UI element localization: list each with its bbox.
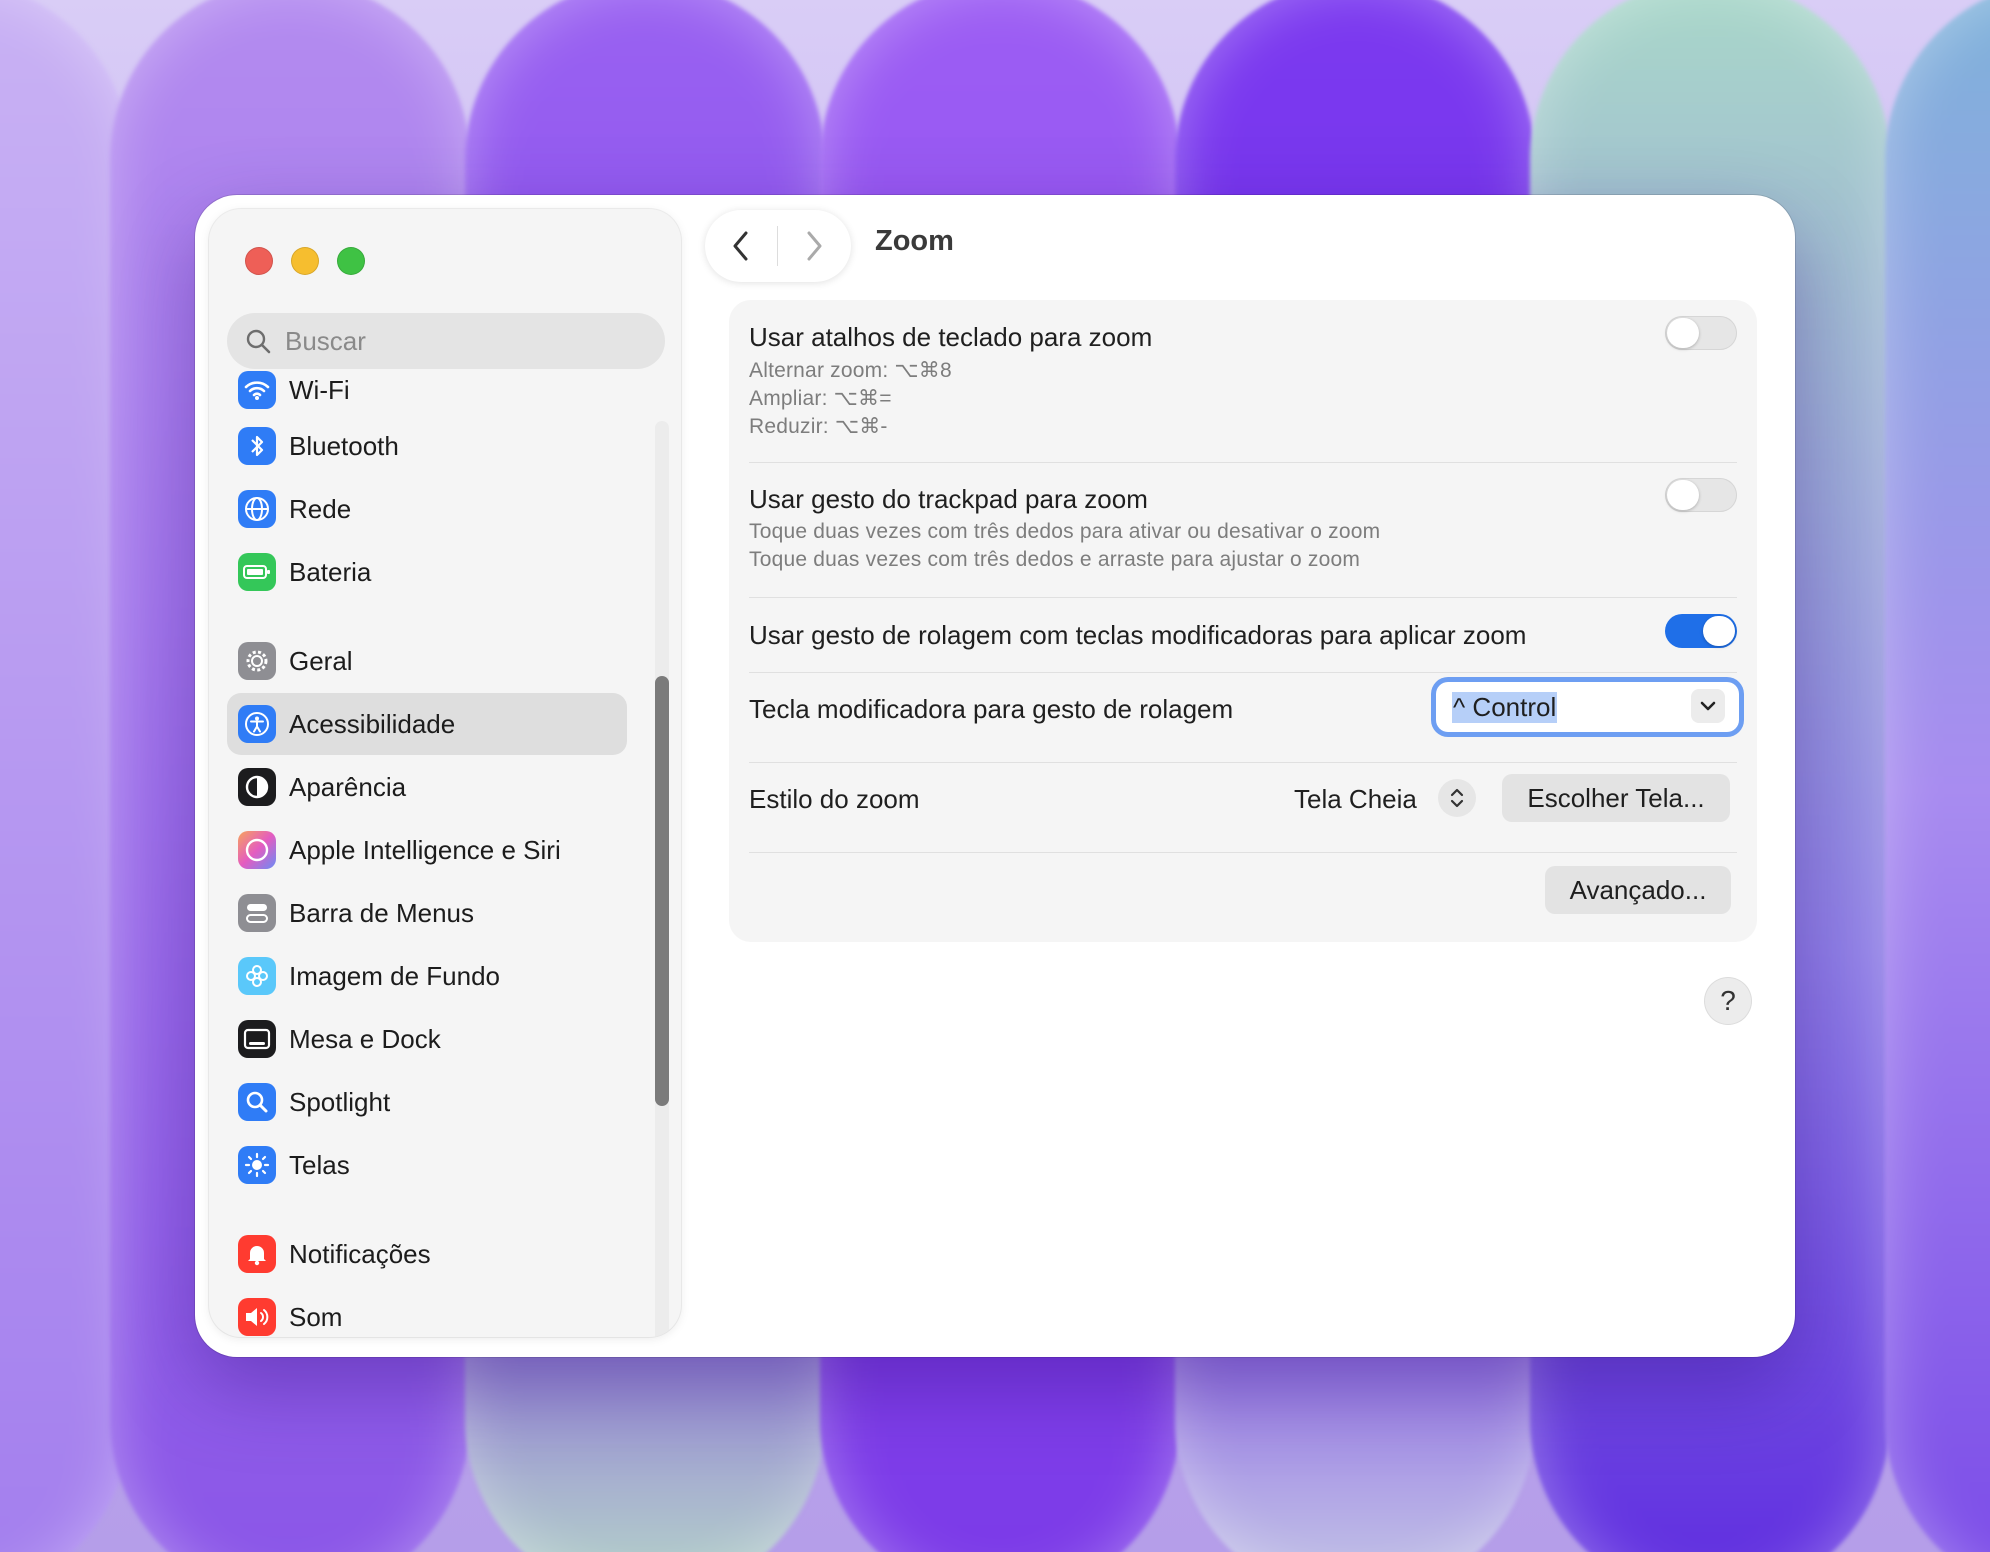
sidebar-item-label: Aparência — [289, 771, 407, 802]
back-button[interactable] — [705, 210, 777, 282]
sidebar-item-label: Acessibilidade — [289, 708, 456, 739]
battery-icon — [238, 553, 276, 591]
zoom-settings-group: Usar atalhos de teclado para zoom Altern… — [729, 300, 1757, 942]
trackpad-gesture-desc-1: Toque duas vezes com três dedos para ati… — [749, 520, 1381, 543]
divider — [749, 597, 1737, 598]
gear-icon — [238, 642, 276, 680]
sidebar-item-acessibilidade[interactable]: Acessibilidade — [227, 693, 627, 755]
sidebar-item-label: Notificações — [289, 1238, 431, 1269]
divider — [749, 762, 1737, 763]
system-settings-window: Buscar Wi-Fi Bluetooth Rede Bateria Gera… — [195, 195, 1795, 1357]
forward-button[interactable] — [778, 210, 850, 282]
divider — [749, 852, 1737, 853]
sidebar-item-label: Imagem de Fundo — [289, 960, 501, 991]
sidebar-item-label: Bateria — [289, 556, 372, 587]
trackpad-gesture-toggle[interactable] — [1665, 478, 1737, 512]
zoom-style-title: Estilo do zoom — [749, 784, 920, 814]
modifier-key-title: Tecla modificadora para gesto de rolagem — [749, 694, 1234, 724]
divider — [749, 672, 1737, 673]
choose-screen-button[interactable]: Escolher Tela... — [1502, 774, 1730, 822]
zoom-button[interactable] — [337, 247, 365, 275]
zoom-style-stepper[interactable] — [1438, 779, 1476, 817]
sidebar-item-label: Apple Intelligence e Siri — [289, 834, 561, 865]
magnifier-icon — [238, 1083, 276, 1121]
sidebar-item-label: Wi-Fi — [289, 374, 350, 405]
wifi-icon — [238, 371, 276, 409]
sidebar-item-label: Mesa e Dock — [289, 1023, 441, 1054]
sidebar-item-rede[interactable]: Rede — [227, 478, 627, 540]
appearance-icon — [238, 768, 276, 806]
sidebar-item-barra-de-menus[interactable]: Barra de Menus — [227, 882, 627, 944]
sidebar: Buscar Wi-Fi Bluetooth Rede Bateria Gera… — [209, 209, 681, 1337]
sidebar-item-bluetooth[interactable]: Bluetooth — [227, 415, 627, 477]
accessibility-icon — [238, 705, 276, 743]
sidebar-item-som[interactable]: Som — [227, 1286, 627, 1337]
sidebar-item-label: Telas — [289, 1149, 350, 1180]
dock-icon — [238, 1020, 276, 1058]
window-controls — [245, 247, 365, 275]
bell-icon — [238, 1235, 276, 1273]
sidebar-item-siri[interactable]: Apple Intelligence e Siri — [227, 819, 627, 881]
search-icon — [246, 329, 271, 354]
flower-icon — [238, 957, 276, 995]
sidebar-item-label: Barra de Menus — [289, 897, 474, 928]
divider — [749, 462, 1737, 463]
modifier-key-popup[interactable]: ^ Control — [1436, 682, 1739, 732]
sidebar-item-mesa-e-dock[interactable]: Mesa e Dock — [227, 1008, 627, 1070]
chevron-right-icon — [807, 231, 822, 261]
sidebar-item-label: Spotlight — [289, 1086, 391, 1117]
sidebar-item-imagem-de-fundo[interactable]: Imagem de Fundo — [227, 945, 627, 1007]
sidebar-item-label: Bluetooth — [289, 430, 399, 461]
up-down-chevron-icon — [1450, 788, 1464, 808]
sidebar-item-geral[interactable]: Geral — [227, 630, 627, 692]
zoom-style-value: Tela Cheia — [1294, 784, 1417, 814]
shortcut-zoom-in: Ampliar: ⌥⌘= — [749, 387, 892, 410]
trackpad-gesture-desc-2: Toque duas vezes com três dedos e arrast… — [749, 548, 1361, 571]
chevron-down-icon — [1691, 689, 1725, 723]
sidebar-item-label: Geral — [289, 645, 353, 676]
sidebar-item-telas[interactable]: Telas — [227, 1134, 627, 1196]
globe-icon — [238, 490, 276, 528]
modifier-key-value: ^ Control — [1452, 691, 1558, 723]
sidebar-item-spotlight[interactable]: Spotlight — [227, 1071, 627, 1133]
chevron-left-icon — [733, 231, 748, 261]
sidebar-item-bateria[interactable]: Bateria — [227, 541, 627, 603]
search-placeholder: Buscar — [285, 325, 366, 356]
shortcut-toggle-zoom: Alternar zoom: ⌥⌘8 — [749, 359, 952, 382]
page-title: Zoom — [875, 225, 954, 257]
advanced-button[interactable]: Avançado... — [1545, 866, 1731, 914]
help-button[interactable]: ? — [1705, 978, 1751, 1024]
minimize-button[interactable] — [291, 247, 319, 275]
sidebar-item-notificacoes[interactable]: Notificações — [227, 1223, 627, 1285]
menubar-icon — [238, 894, 276, 932]
sidebar-scrollbar-thumb[interactable] — [655, 676, 669, 1106]
trackpad-gesture-title: Usar gesto do trackpad para zoom — [749, 484, 1148, 514]
navigation-buttons — [705, 210, 851, 282]
speaker-icon — [238, 1298, 276, 1336]
sidebar-item-wifi[interactable]: Wi-Fi — [227, 365, 627, 415]
siri-icon — [238, 831, 276, 869]
keyboard-shortcuts-toggle[interactable] — [1665, 316, 1737, 350]
close-button[interactable] — [245, 247, 273, 275]
shortcut-zoom-out: Reduzir: ⌥⌘- — [749, 415, 888, 438]
scroll-gesture-title: Usar gesto de rolagem com teclas modific… — [749, 620, 1527, 650]
search-field[interactable]: Buscar — [227, 313, 665, 369]
scroll-gesture-toggle[interactable] — [1665, 614, 1737, 648]
sidebar-item-label: Rede — [289, 493, 352, 524]
sun-icon — [238, 1146, 276, 1184]
keyboard-shortcuts-title: Usar atalhos de teclado para zoom — [749, 322, 1153, 352]
sidebar-item-aparencia[interactable]: Aparência — [227, 756, 627, 818]
sidebar-item-label: Som — [289, 1301, 343, 1332]
bluetooth-icon — [238, 427, 276, 465]
